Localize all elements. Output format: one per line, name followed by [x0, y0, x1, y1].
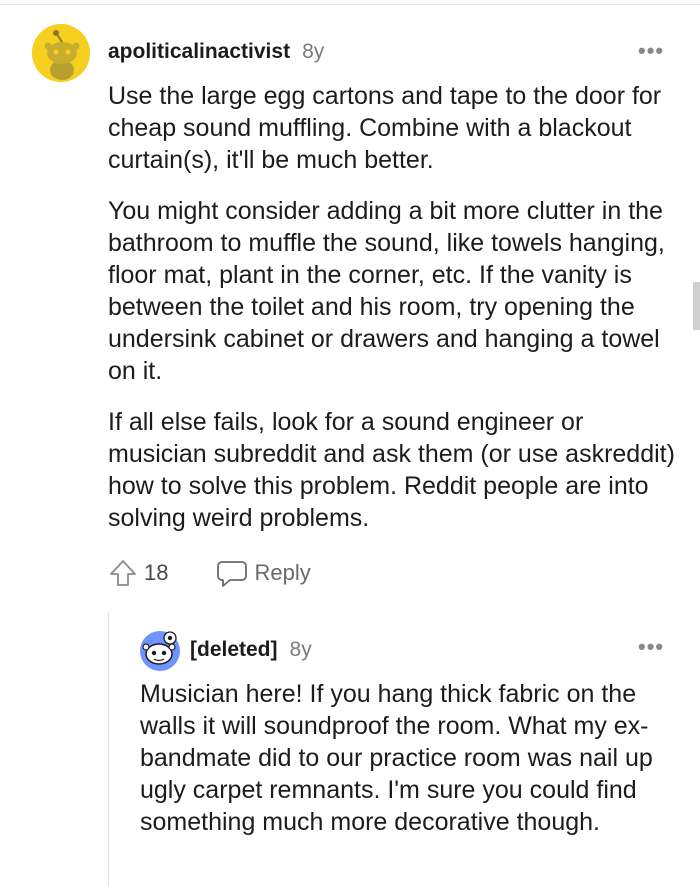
snoo-avatar-icon [32, 24, 90, 82]
comment-age: 8y [302, 40, 325, 63]
more-options-icon[interactable]: ••• [638, 634, 664, 660]
comment-meta: apoliticalinactivist 8y [108, 40, 324, 64]
upvote-arrow-icon [110, 560, 136, 586]
comment-paragraph: You might consider adding a bit more clu… [108, 197, 665, 385]
more-options-icon[interactable]: ••• [638, 38, 664, 64]
vote-count: 18 [144, 560, 169, 585]
top-divider [0, 4, 700, 5]
comment-meta: [deleted] 8y [190, 638, 312, 662]
comment-paragraph: Musician here! If you hang thick fabric … [140, 680, 653, 836]
username[interactable]: apoliticalinactivist [108, 40, 290, 64]
comment-actions: 18 Reply [108, 558, 311, 588]
speech-bubble-icon [217, 561, 248, 587]
comment-paragraph: Use the large egg cartons and tape to th… [108, 82, 662, 174]
reply-button[interactable]: Reply [216, 558, 311, 588]
avatar[interactable] [139, 630, 181, 672]
comment-age: 8y [289, 638, 312, 661]
comment-paragraph: If all else fails, look for a sound engi… [108, 408, 675, 532]
avatar[interactable] [32, 24, 90, 82]
upvote-button[interactable]: 18 [108, 558, 168, 588]
snoo-avatar-icon [140, 631, 180, 671]
username[interactable]: [deleted] [190, 638, 278, 662]
scrollbar-thumb[interactable] [693, 282, 700, 330]
reply-label: Reply [254, 560, 311, 585]
thread-line[interactable] [108, 612, 109, 886]
